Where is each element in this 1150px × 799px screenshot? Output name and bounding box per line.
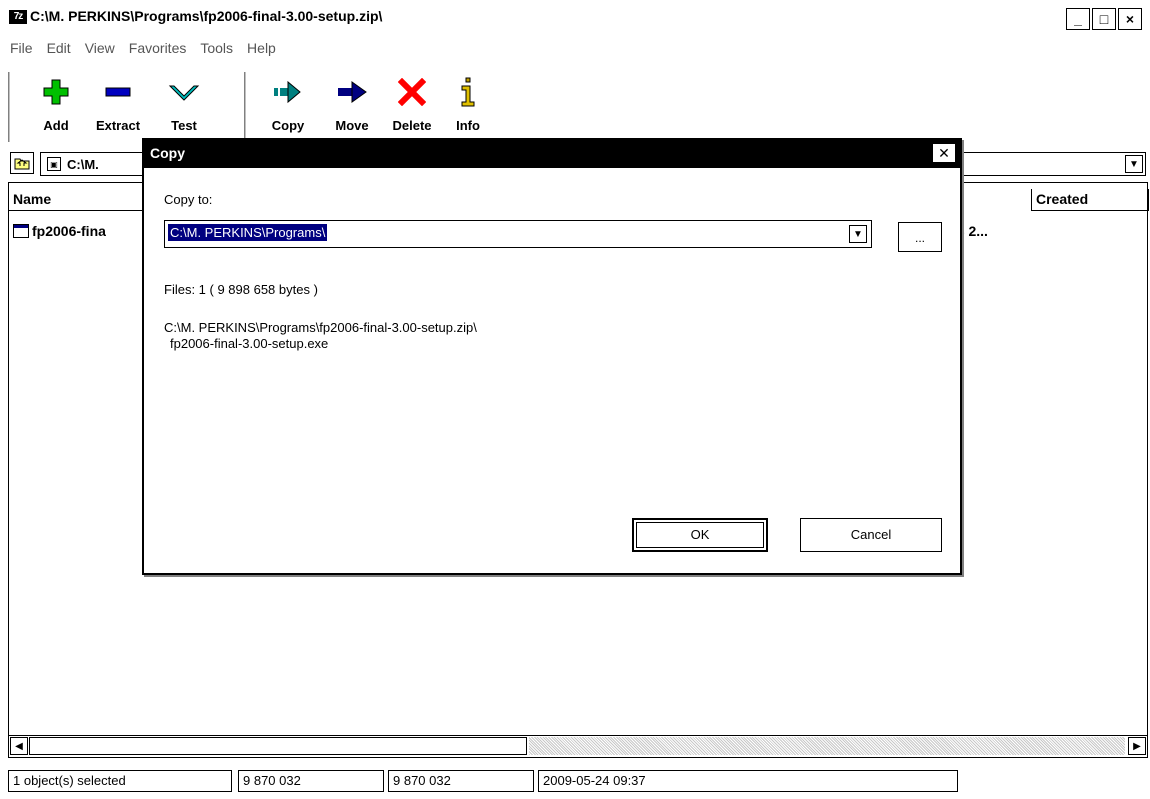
- archive-icon: ▣: [47, 157, 61, 171]
- status-selected: 1 object(s) selected: [8, 770, 232, 792]
- delete-button[interactable]: Delete: [382, 74, 442, 140]
- toolbar-separator: [8, 72, 11, 142]
- menu-view[interactable]: View: [85, 38, 115, 62]
- browse-button[interactable]: ...: [898, 222, 942, 252]
- title-bar: 7z C:\M. PERKINS\Programs\fp2006-final-3…: [0, 0, 1150, 36]
- destination-combobox[interactable]: C:\M. PERKINS\Programs\ ▼: [164, 220, 872, 248]
- info-label: Info: [456, 118, 480, 133]
- column-name[interactable]: Name: [9, 189, 143, 211]
- chevron-down-icon[interactable]: ▼: [849, 225, 867, 243]
- copy-to-label: Copy to:: [164, 192, 213, 207]
- status-date: 2009-05-24 09:37: [538, 770, 958, 792]
- minus-icon: [105, 87, 131, 97]
- source-path: C:\M. PERKINS\Programs\fp2006-final-3.00…: [164, 320, 477, 335]
- check-icon: [168, 85, 200, 101]
- scroll-left-icon[interactable]: ◀: [10, 737, 28, 755]
- minimize-button[interactable]: _: [1066, 8, 1090, 30]
- extract-button[interactable]: Extract: [88, 74, 148, 140]
- file-name: fp2006-fina: [32, 223, 106, 239]
- app-icon[interactable]: 7z: [9, 10, 27, 24]
- cancel-button[interactable]: Cancel: [800, 518, 942, 552]
- folder-up-icon: [14, 158, 30, 170]
- copy-button[interactable]: Copy: [258, 74, 318, 140]
- menu-favorites[interactable]: Favorites: [129, 38, 187, 62]
- menu-edit[interactable]: Edit: [47, 38, 71, 62]
- up-folder-button[interactable]: [10, 152, 34, 174]
- scroll-right-icon[interactable]: ▶: [1128, 737, 1146, 755]
- close-button[interactable]: ×: [1118, 8, 1142, 30]
- copy-dialog: Copy ✕ Copy to: C:\M. PERKINS\Programs\ …: [142, 138, 962, 575]
- double-arrow-icon: [274, 80, 301, 104]
- info-icon: [461, 77, 475, 107]
- maximize-button[interactable]: □: [1092, 8, 1116, 30]
- horizontal-scrollbar[interactable]: ◀ ▶: [9, 735, 1147, 757]
- source-file: fp2006-final-3.00-setup.exe: [170, 336, 329, 351]
- window-title: C:\M. PERKINS\Programs\fp2006-final-3.00…: [30, 8, 383, 24]
- arrow-icon: [338, 81, 367, 103]
- destination-input[interactable]: C:\M. PERKINS\Programs\: [166, 223, 329, 242]
- delete-label: Delete: [392, 118, 432, 133]
- ok-label: OK: [636, 522, 764, 548]
- test-label: Test: [171, 118, 197, 133]
- extract-label: Extract: [95, 118, 141, 133]
- toolbar: Add Extract Test Copy Move Delete Info: [8, 68, 1144, 144]
- add-label: Add: [43, 118, 69, 133]
- move-label: Move: [335, 118, 369, 133]
- window-controls: _ □ ×: [1066, 8, 1142, 30]
- menu-help[interactable]: Help: [247, 38, 276, 62]
- info-button[interactable]: Info: [438, 74, 498, 140]
- table-row[interactable]: fp2006-fina: [13, 221, 106, 241]
- menu-file[interactable]: File: [10, 38, 33, 62]
- dialog-close-button[interactable]: ✕: [932, 143, 956, 163]
- path-text: C:\M.: [67, 156, 99, 172]
- scroll-track[interactable]: [529, 737, 1125, 755]
- executable-icon: [13, 224, 29, 238]
- ok-button[interactable]: OK: [632, 518, 768, 552]
- status-size: 9 870 032: [238, 770, 384, 792]
- add-button[interactable]: Add: [26, 74, 86, 140]
- column-created[interactable]: Created: [1031, 189, 1149, 211]
- plus-icon: [43, 79, 69, 105]
- dialog-title-bar: Copy ✕: [144, 140, 960, 168]
- scroll-thumb[interactable]: [29, 737, 527, 755]
- status-bar: 1 object(s) selected 9 870 032 9 870 032…: [0, 768, 1150, 794]
- copy-label: Copy: [271, 118, 305, 133]
- x-icon: [398, 78, 426, 106]
- menu-tools[interactable]: Tools: [200, 38, 233, 62]
- status-packed-size: 9 870 032: [388, 770, 534, 792]
- menu-bar: File Edit View Favorites Tools Help: [0, 38, 276, 62]
- toolbar-separator: [244, 72, 247, 142]
- move-button[interactable]: Move: [322, 74, 382, 140]
- test-button[interactable]: Test: [154, 74, 214, 140]
- files-info: Files: 1 ( 9 898 658 bytes ): [164, 282, 318, 297]
- dialog-title: Copy: [150, 145, 185, 161]
- chevron-down-icon[interactable]: ▼: [1125, 155, 1143, 173]
